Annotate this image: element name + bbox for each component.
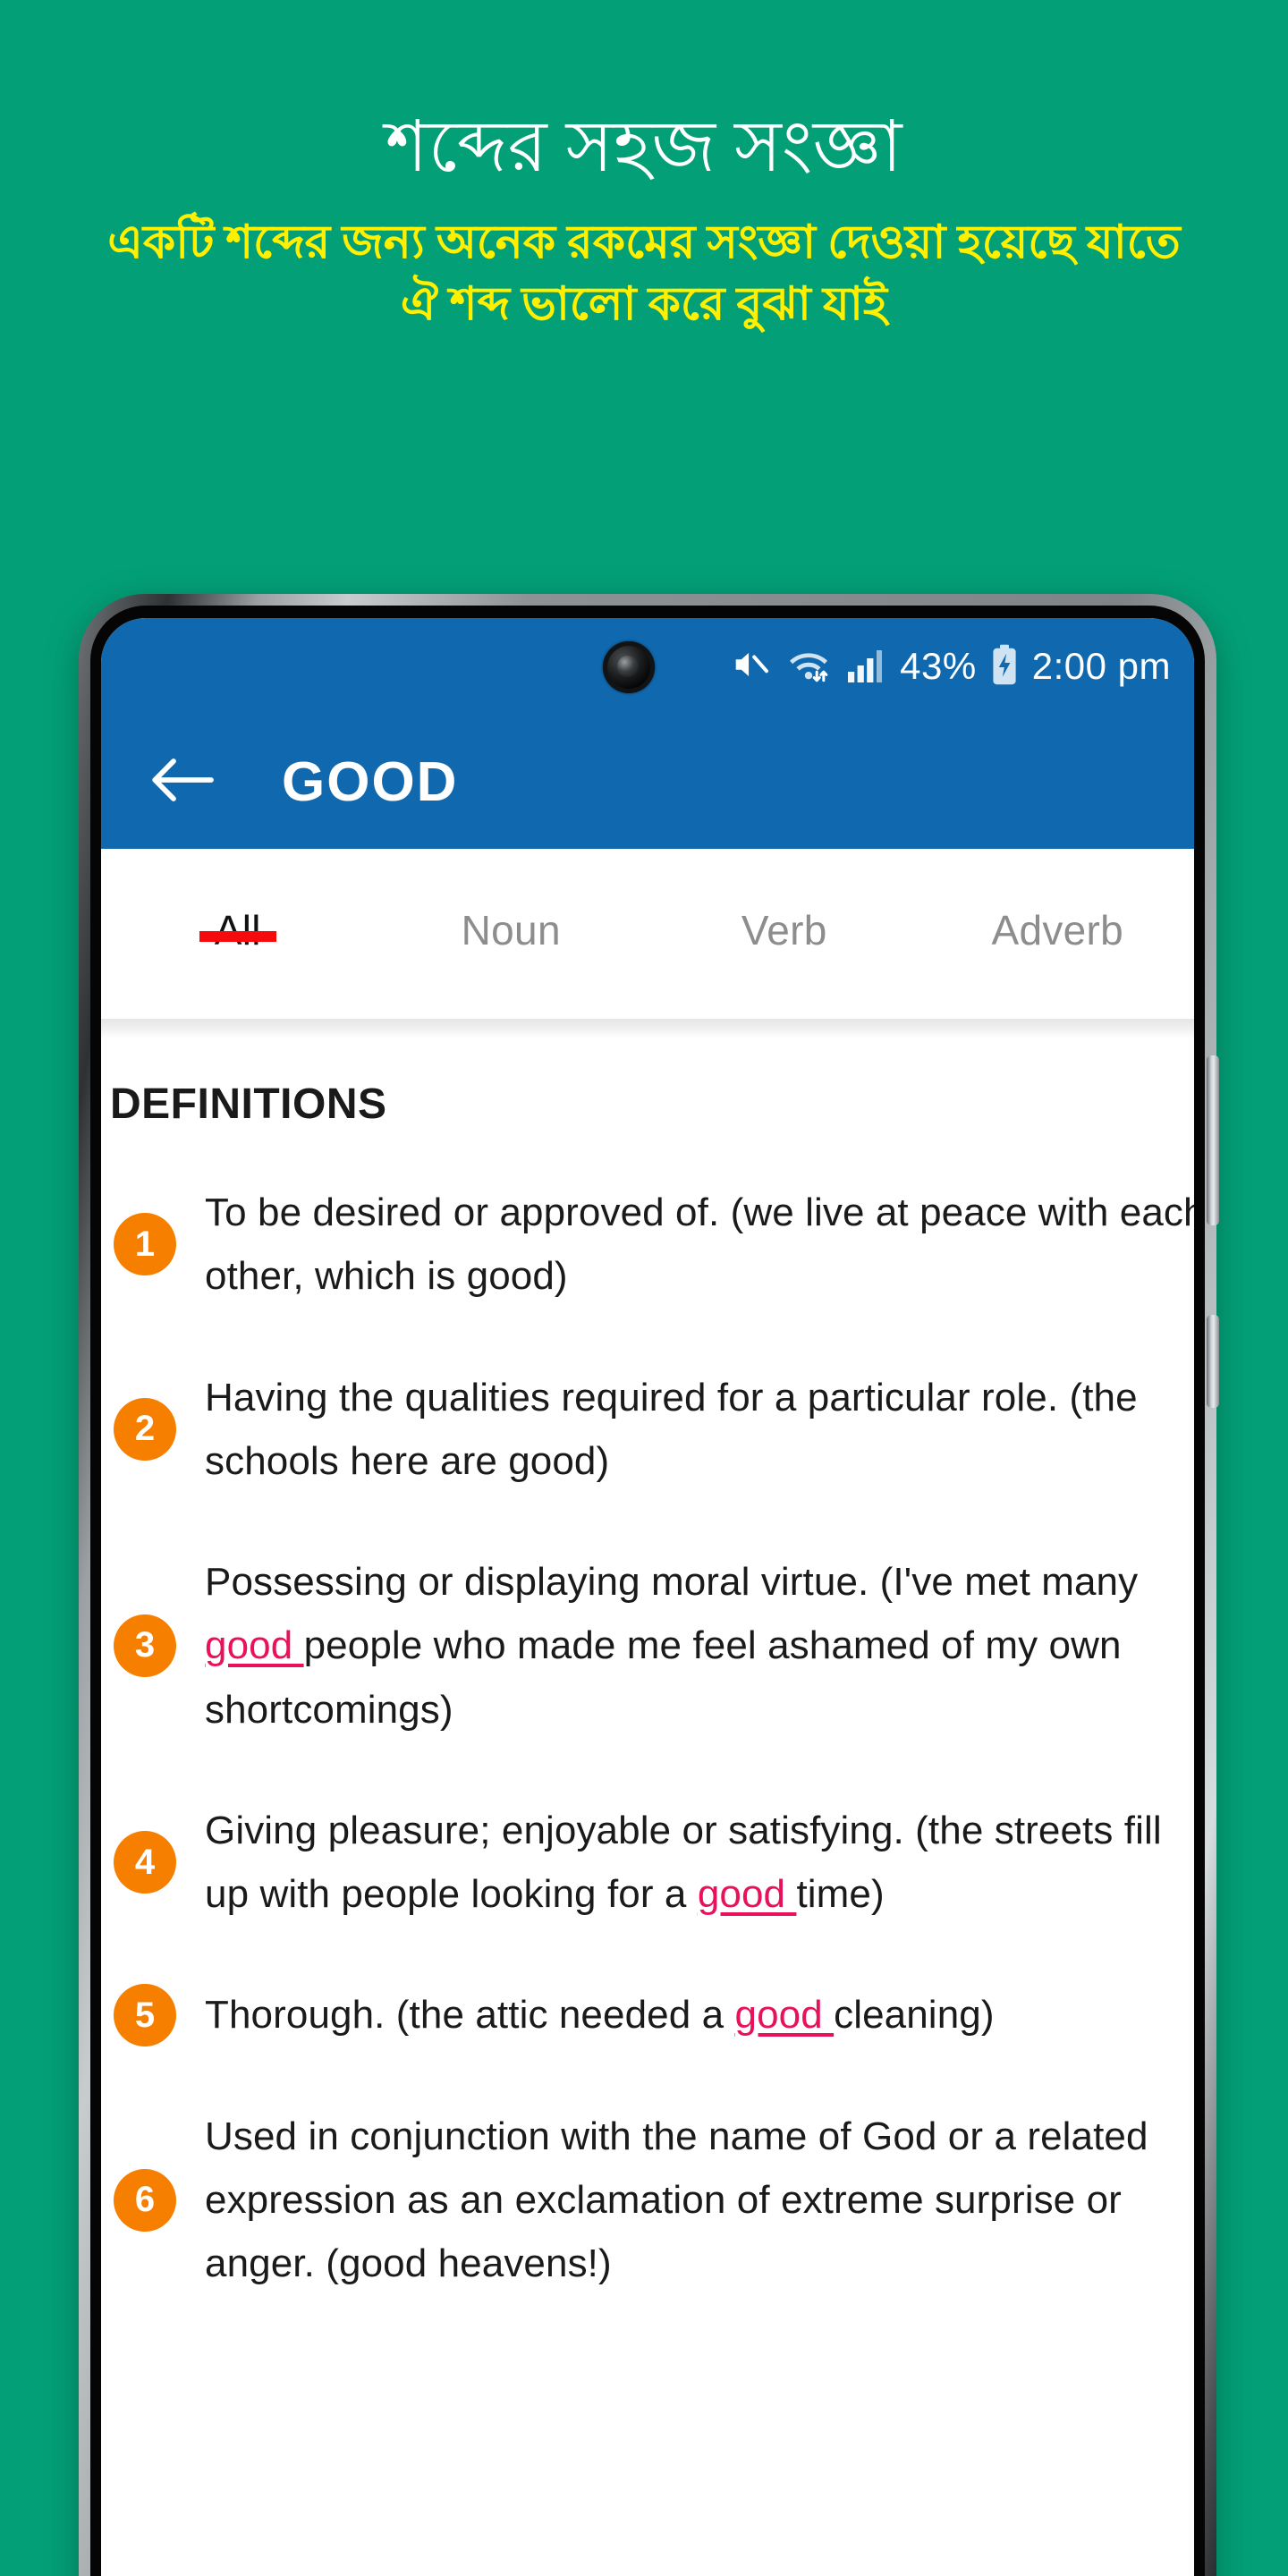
- definition-item: 4 Giving pleasure; enjoyable or satisfyin…: [101, 1799, 1194, 1927]
- definition-text: Possessing or displaying moral virtue. (…: [205, 1560, 1139, 1732]
- definition-item: 6 Used in conjunction with the name of Go…: [101, 2105, 1194, 2296]
- front-camera-icon: [603, 641, 655, 693]
- definitions-list: 1 To be desired or approved of. (we live …: [101, 1181, 1194, 2295]
- promo-title: শব্দের সহজ সংজ্ঞা: [385, 108, 903, 187]
- status-bar: 43% 2:00 pm: [101, 618, 1194, 715]
- definition-number-badge: 2: [114, 1397, 176, 1461]
- signal-bars-icon: [846, 645, 886, 689]
- definition-text: To be desired or approved of. (we live a…: [205, 1191, 1194, 1299]
- definition-text: Thorough. (the attic needed a good clean…: [205, 1993, 995, 2038]
- definition-keyword-link[interactable]: good: [205, 1623, 304, 1667]
- definition-item: 1 To be desired or approved of. (we live …: [101, 1181, 1194, 1309]
- tab-all[interactable]: All: [101, 849, 375, 954]
- mute-icon: [730, 644, 771, 690]
- definition-item: 2 Having the qualities required for a par…: [101, 1366, 1194, 1494]
- definition-number-badge: 3: [114, 1614, 176, 1677]
- section-title-definitions: DEFINITIONS: [110, 1080, 387, 1128]
- promo-subtitle: একটি শব্দের জন্য অনেক রকমের সংজ্ঞা দেওয়…: [107, 217, 1181, 331]
- tab-noun[interactable]: Noun: [375, 849, 648, 954]
- power-button[interactable]: [1207, 1315, 1219, 1408]
- definition-keyword-link[interactable]: good: [735, 1993, 835, 2037]
- tab-bar-divider: [101, 1019, 1194, 1038]
- app-bar: GOOD: [101, 715, 1194, 849]
- clock-label: 2:00 pm: [1031, 645, 1171, 687]
- definitions-panel[interactable]: DEFINITIONS 1 To be desired or approved o…: [101, 1038, 1194, 2576]
- phone-bezel: 43% 2:00 pm GOOD All Noun Verb Adverb DE…: [90, 606, 1205, 2576]
- tab-verb[interactable]: Verb: [648, 849, 921, 954]
- definition-text: Giving pleasure; enjoyable or satisfying…: [205, 1808, 1162, 1917]
- definition-item: 3 Possessing or displaying moral virtue. …: [101, 1550, 1194, 1741]
- battery-percent-label: 43%: [900, 645, 977, 687]
- page-title: GOOD: [282, 750, 459, 813]
- volume-button[interactable]: [1207, 1055, 1219, 1225]
- definition-number-badge: 5: [114, 1984, 176, 2047]
- tab-adverb[interactable]: Adverb: [921, 849, 1195, 954]
- phone-screen: 43% 2:00 pm GOOD All Noun Verb Adverb DE…: [101, 618, 1194, 2576]
- promo-text-block: শব্দের সহজ সংজ্ঞা একটি শব্দের জন্য অনেক …: [0, 0, 1288, 336]
- definition-item: 5 Thorough. (the attic needed a good clea…: [101, 1983, 1194, 2047]
- arrow-left-icon: [150, 754, 215, 810]
- definition-keyword-link[interactable]: good: [698, 1872, 797, 1916]
- phone-mockup: 43% 2:00 pm GOOD All Noun Verb Adverb DE…: [79, 594, 1219, 2576]
- definition-number-badge: 4: [114, 1831, 176, 1894]
- battery-charging-icon: [991, 644, 1018, 690]
- wifi-icon: [785, 644, 832, 690]
- back-button[interactable]: [144, 743, 221, 820]
- definition-text: Used in conjunction with the name of God…: [205, 2114, 1148, 2286]
- status-bar-icons: 43% 2:00 pm: [730, 644, 1171, 690]
- definition-number-badge: 1: [114, 1213, 176, 1276]
- definition-text: Having the qualities required for a part…: [205, 1375, 1138, 1483]
- tab-bar: All Noun Verb Adverb: [101, 849, 1194, 1019]
- definition-number-badge: 6: [114, 2168, 176, 2232]
